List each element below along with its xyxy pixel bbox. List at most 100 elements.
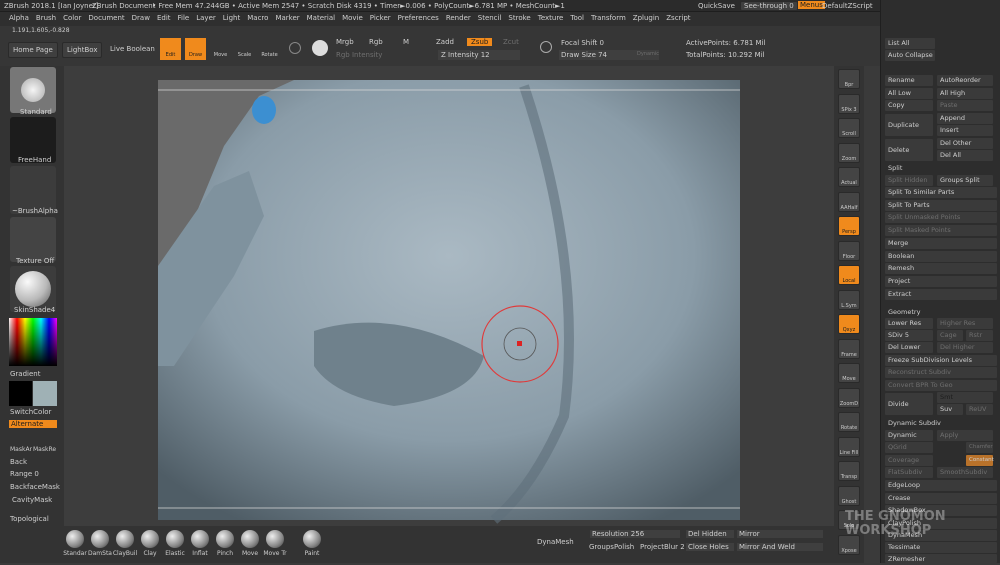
duplicate-button[interactable]: Duplicate	[885, 114, 933, 136]
mirror-weld-button[interactable]: Mirror And Weld	[737, 543, 823, 551]
topological-button[interactable]: Topological	[10, 515, 49, 523]
shelf-button-floor[interactable]: Floor	[838, 240, 860, 261]
divide-button[interactable]: Divide	[885, 393, 933, 415]
higher-res-button[interactable]: Higher Res	[937, 318, 993, 329]
delete-button[interactable]: Delete	[885, 139, 933, 161]
rename-button[interactable]: Rename	[885, 75, 933, 86]
split-similar-button[interactable]: Split To Similar Parts	[885, 187, 997, 198]
mrgb-button[interactable]: Mrgb	[336, 38, 354, 46]
shelf-button-zoom[interactable]: Zoom	[838, 142, 860, 163]
alternate-button[interactable]: Alternate	[9, 420, 57, 428]
menu-item-movie[interactable]: Movie	[342, 14, 363, 22]
project-button[interactable]: Project	[885, 276, 997, 287]
coverage-slider[interactable]: Coverage	[885, 455, 933, 466]
del-other-button[interactable]: Del Other	[937, 138, 993, 149]
del-higher-button[interactable]: Del Higher	[937, 342, 993, 353]
material-icon[interactable]	[312, 40, 328, 56]
menu-item-draw[interactable]: Draw	[132, 14, 150, 22]
maskre-button[interactable]: MaskRe	[33, 446, 56, 453]
apply-button[interactable]: Apply	[937, 430, 993, 441]
shelf-button-qxyz[interactable]: Qxyz	[838, 314, 860, 334]
main-color-swatch[interactable]	[9, 381, 32, 406]
freeze-subdiv-button[interactable]: Freeze SubDivision Levels	[885, 355, 997, 366]
backfacemask-button[interactable]: BackfaceMask	[10, 483, 60, 491]
sculpt-viewport[interactable]	[64, 66, 834, 526]
shelf-button-ghost[interactable]: Ghost	[838, 485, 860, 506]
split-hidden-button[interactable]: Split Hidden	[885, 175, 933, 186]
lower-res-button[interactable]: Lower Res	[885, 318, 933, 329]
copy-button[interactable]: Copy	[885, 100, 933, 111]
smt-toggle[interactable]: Smt	[937, 392, 993, 403]
zscript-button[interactable]: DefaultZScript	[822, 2, 873, 10]
document-canvas[interactable]	[64, 66, 834, 526]
brush-inflat[interactable]: Inflat	[187, 530, 213, 563]
shelf-button-rotate[interactable]: Rotate	[838, 412, 860, 432]
cage-button[interactable]: Cage	[937, 330, 963, 341]
split-unmasked-button[interactable]: Split Unmasked Points	[885, 212, 997, 223]
chamfer-toggle[interactable]: Chamfer	[966, 442, 993, 453]
shelf-button-zoomd[interactable]: ZoomD	[838, 387, 860, 408]
dynamic-subdiv-header[interactable]: Dynamic Subdiv	[885, 418, 997, 429]
qgrid-slider[interactable]: QGrid	[885, 442, 933, 453]
paste-button[interactable]: Paste	[937, 100, 993, 111]
zcut-button[interactable]: Zcut	[503, 38, 519, 46]
shelf-button-bpr[interactable]: Bpr	[838, 69, 860, 89]
sdiv-slider[interactable]: SDiv 5	[885, 330, 933, 341]
list-all-button[interactable]: List All	[885, 38, 935, 49]
brush-move-tr[interactable]: Move Tr	[262, 530, 288, 563]
reconstruct-subdiv-button[interactable]: Reconstruct Subdiv	[885, 367, 997, 378]
scale-button[interactable]: Scale	[234, 38, 255, 60]
suv-toggle[interactable]: Suv	[937, 404, 963, 415]
split-masked-button[interactable]: Split Masked Points	[885, 225, 997, 236]
split-parts-button[interactable]: Split To Parts	[885, 200, 997, 211]
cavitymask-button[interactable]: CavityMask	[12, 496, 52, 504]
close-holes-button[interactable]: Close Holes	[686, 543, 734, 551]
seethrough-slider[interactable]: See-through 0	[740, 1, 798, 11]
brush-elastic[interactable]: Elastic	[162, 530, 188, 563]
brush-damsta[interactable]: DamSta	[87, 530, 113, 563]
quicksave-button[interactable]: QuickSave	[698, 2, 735, 10]
menu-item-texture[interactable]: Texture	[538, 14, 564, 22]
menu-item-zplugin[interactable]: Zplugin	[633, 14, 659, 22]
draw-size-slider[interactable]: Draw Size 74 Dynamic	[559, 50, 659, 60]
shelf-button-aahalf[interactable]: AAHalf	[838, 191, 860, 212]
blur-slider[interactable]: Blur 2	[664, 543, 685, 551]
menu-item-render[interactable]: Render	[446, 14, 471, 22]
shelf-button-persp[interactable]: Persp	[838, 216, 860, 236]
shelf-button-line-fill-polyf[interactable]: Line Fill PolyF	[838, 436, 860, 457]
constant-toggle[interactable]: Constant	[966, 455, 994, 466]
menu-item-layer[interactable]: Layer	[196, 14, 216, 22]
standard-brush-icon[interactable]	[10, 67, 56, 113]
del-lower-button[interactable]: Del Lower	[885, 342, 933, 353]
convert-bpr-button[interactable]: Convert BPR To Geo	[885, 380, 997, 391]
menu-item-edit[interactable]: Edit	[157, 14, 171, 22]
dynamic-button[interactable]: Dynamic	[885, 430, 933, 441]
insert-button[interactable]: Insert	[937, 125, 993, 136]
tessimate-section[interactable]: Tessimate	[885, 542, 997, 553]
menu-item-tool[interactable]: Tool	[570, 14, 584, 22]
polish-toggle[interactable]: Polish	[614, 543, 634, 551]
draw-button[interactable]: Draw	[185, 38, 206, 60]
remesh-button[interactable]: Remesh	[885, 263, 997, 274]
edgeloop-section[interactable]: EdgeLoop	[885, 480, 997, 491]
menu-item-picker[interactable]: Picker	[370, 14, 391, 22]
resolution-slider[interactable]: Resolution 256	[590, 530, 680, 538]
rotate-button[interactable]: Rotate	[259, 38, 280, 60]
rstr-button[interactable]: Rstr	[966, 330, 993, 341]
m-button[interactable]: M	[403, 38, 409, 46]
menu-item-color[interactable]: Color	[63, 14, 81, 22]
brush-clay[interactable]: Clay	[137, 530, 163, 563]
rgb-intensity-slider[interactable]: Rgb Intensity	[336, 51, 382, 59]
shelf-button-local[interactable]: Local	[838, 265, 860, 285]
auto-collapse-button[interactable]: Auto Collapse	[885, 50, 935, 61]
lightbox-button[interactable]: LightBox	[62, 42, 103, 58]
menu-item-preferences[interactable]: Preferences	[398, 14, 439, 22]
menu-item-file[interactable]: File	[178, 14, 190, 22]
menu-item-brush[interactable]: Brush	[36, 14, 56, 22]
reuv-button[interactable]: ReUV	[966, 404, 993, 415]
menu-item-material[interactable]: Material	[307, 14, 335, 22]
shelf-button-transp[interactable]: Transp	[838, 461, 860, 481]
move-button[interactable]: Move	[210, 38, 231, 60]
menu-item-transform[interactable]: Transform	[591, 14, 626, 22]
menu-item-stencil[interactable]: Stencil	[478, 14, 502, 22]
